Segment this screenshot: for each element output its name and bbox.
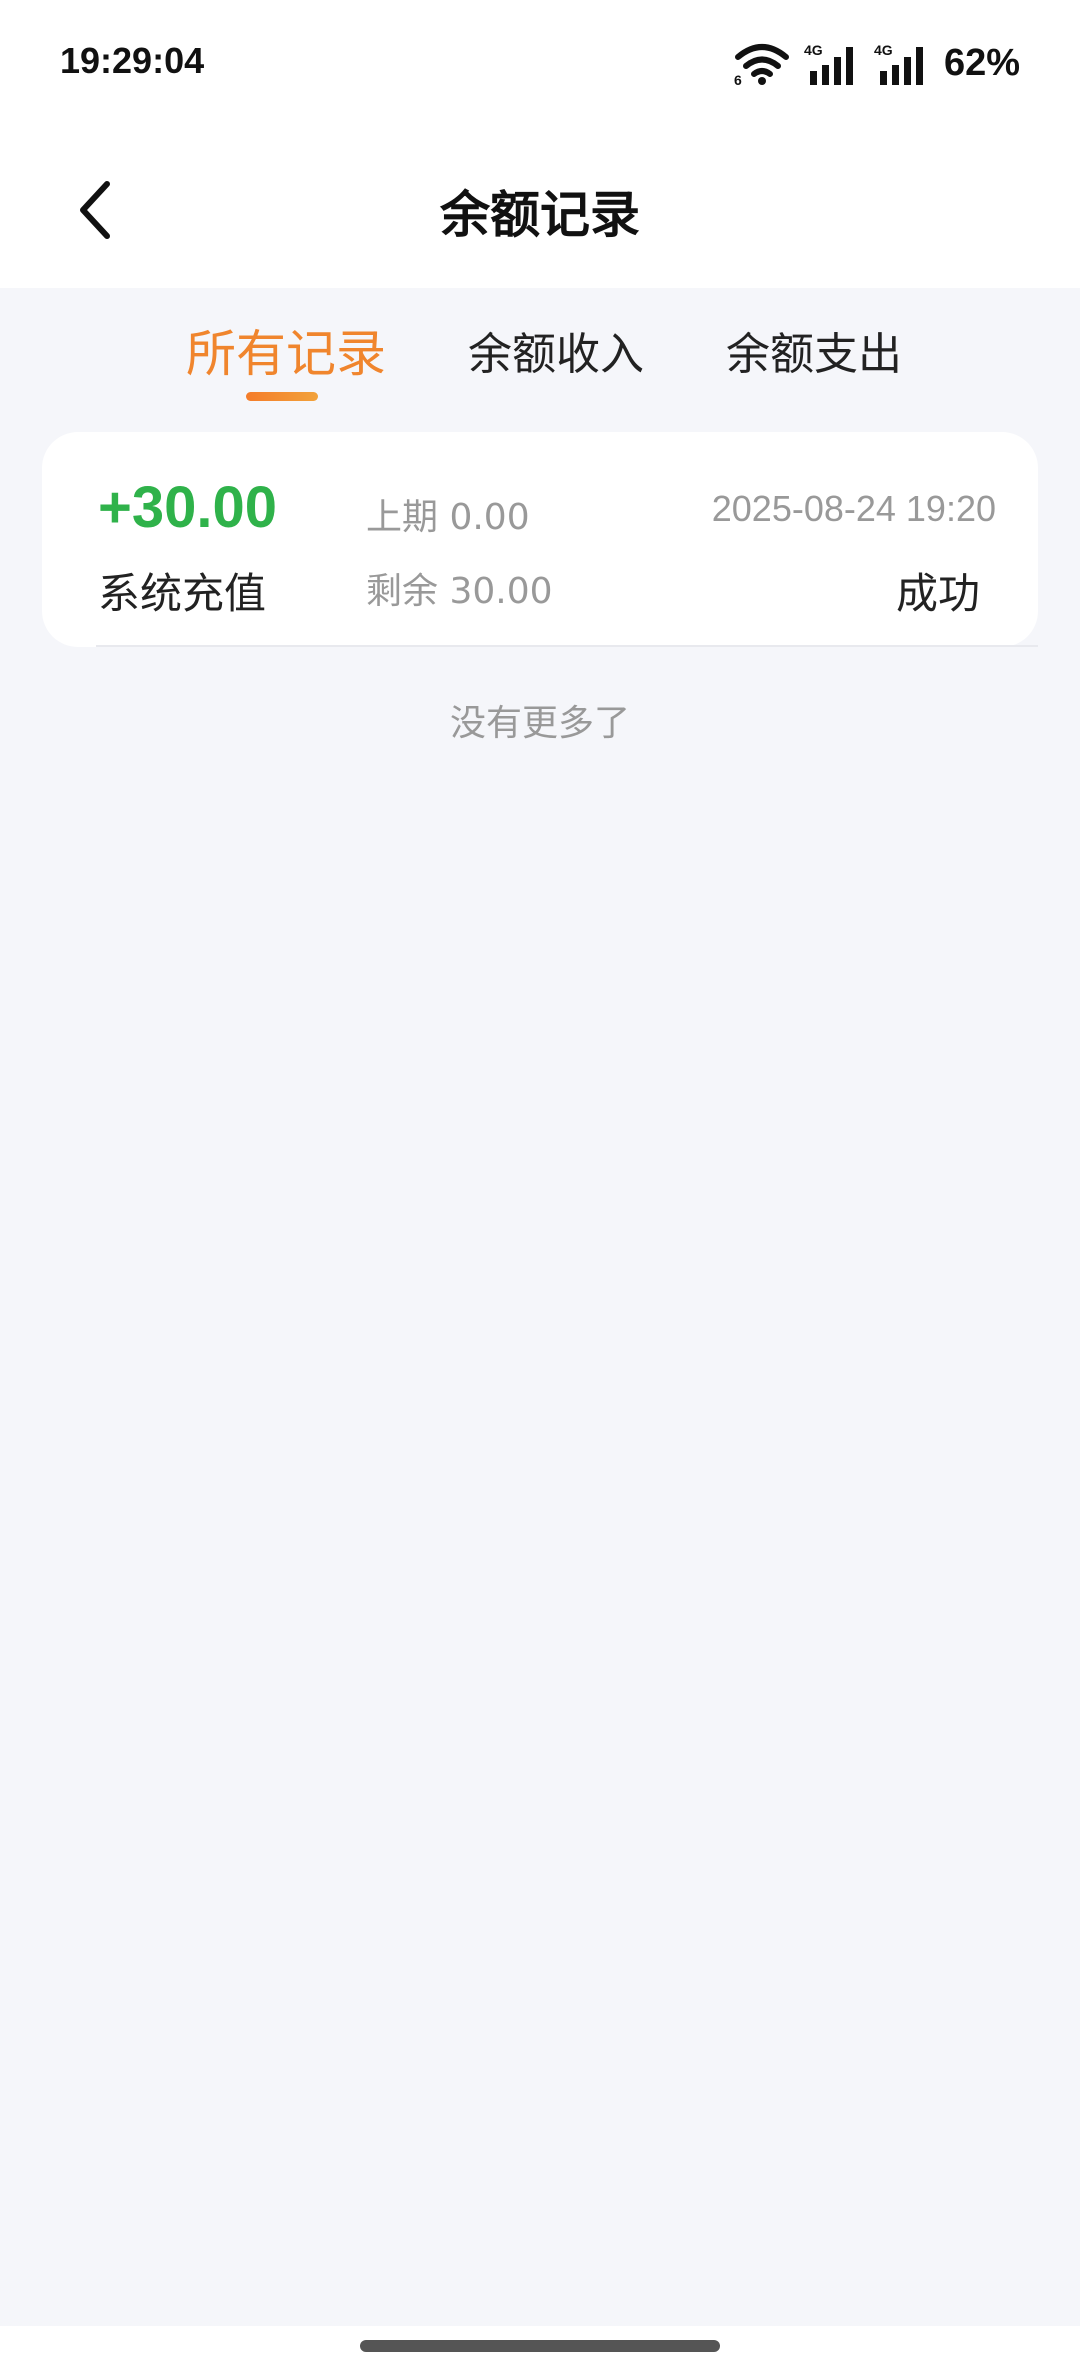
home-indicator[interactable] <box>360 2340 720 2352</box>
record-item[interactable]: +30.00 系统充值 上期 0.00 剩余 30.00 2025-08-24 … <box>42 432 1038 647</box>
page-title: 余额记录 <box>440 186 640 244</box>
signal-4g-icon: 4G <box>804 42 853 85</box>
record-tabs: 所有记录 余额收入 余额支出 <box>0 288 1080 418</box>
record-time: 2025-08-24 19:20 <box>711 488 996 529</box>
wifi-icon: 6 <box>734 44 789 85</box>
tab-balance-expense[interactable]: 余额支出 <box>726 318 902 382</box>
status-icons: 6 4G 4G 62% <box>734 38 1020 88</box>
page-header: 余额记录 <box>0 130 1080 288</box>
record-type: 系统充值 <box>98 569 267 618</box>
divider <box>96 645 1038 647</box>
signal-4g-icon: 4G <box>874 42 923 85</box>
record-status: 成功 <box>895 569 980 618</box>
record-remaining-balance: 剩余 30.00 <box>366 571 553 612</box>
no-more-text: 没有更多了 <box>449 703 630 744</box>
status-time: 19:29:04 <box>60 40 205 81</box>
tab-balance-income[interactable]: 余额收入 <box>468 318 644 382</box>
record-previous-balance: 上期 0.00 <box>366 497 530 538</box>
tab-all-records[interactable]: 所有记录 <box>186 314 386 386</box>
svg-text:6: 6 <box>734 72 742 85</box>
active-tab-indicator <box>246 392 318 401</box>
svg-text:4G: 4G <box>874 42 893 58</box>
svg-text:4G: 4G <box>804 42 823 58</box>
battery-level: 62% <box>943 41 1020 84</box>
record-amount: +30.00 <box>98 475 278 540</box>
status-bar: 19:29:04 6 4G 4G 62% <box>0 0 1080 130</box>
